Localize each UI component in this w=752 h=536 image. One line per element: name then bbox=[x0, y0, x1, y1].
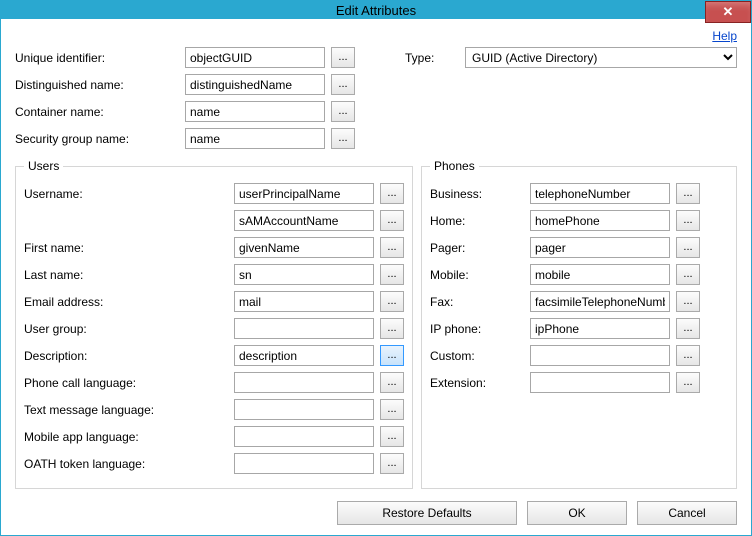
business-input[interactable] bbox=[530, 183, 670, 204]
security-group-name-browse-button[interactable]: ... bbox=[331, 128, 355, 149]
fax-input[interactable] bbox=[530, 291, 670, 312]
top-fields: Unique identifier: ... Type: GUID (Activ… bbox=[15, 47, 737, 149]
custom-input[interactable] bbox=[530, 345, 670, 366]
username-browse-button[interactable]: ... bbox=[380, 183, 404, 204]
text-msg-lang-browse-button[interactable]: ... bbox=[380, 399, 404, 420]
unique-identifier-label: Unique identifier: bbox=[15, 51, 185, 65]
username2-browse-button[interactable]: ... bbox=[380, 210, 404, 231]
container-name-label: Container name: bbox=[15, 105, 185, 119]
phones-group: Phones Business: ... Home: ... Pager: ..… bbox=[421, 159, 737, 489]
description-input[interactable] bbox=[234, 345, 374, 366]
business-label: Business: bbox=[430, 187, 530, 201]
custom-browse-button[interactable]: ... bbox=[676, 345, 700, 366]
email-browse-button[interactable]: ... bbox=[380, 291, 404, 312]
username2-input[interactable] bbox=[234, 210, 374, 231]
pager-input[interactable] bbox=[530, 237, 670, 258]
mobile-browse-button[interactable]: ... bbox=[676, 264, 700, 285]
ip-phone-label: IP phone: bbox=[430, 322, 530, 336]
mobile-input[interactable] bbox=[530, 264, 670, 285]
dialog-buttons: Restore Defaults OK Cancel bbox=[15, 489, 737, 525]
last-name-label: Last name: bbox=[24, 268, 234, 282]
description-label: Description: bbox=[24, 349, 234, 363]
text-msg-lang-input[interactable] bbox=[234, 399, 374, 420]
oath-token-lang-browse-button[interactable]: ... bbox=[380, 453, 404, 474]
container-name-input[interactable] bbox=[185, 101, 325, 122]
home-input[interactable] bbox=[530, 210, 670, 231]
ok-button[interactable]: OK bbox=[527, 501, 627, 525]
first-name-browse-button[interactable]: ... bbox=[380, 237, 404, 258]
custom-label: Custom: bbox=[430, 349, 530, 363]
pager-label: Pager: bbox=[430, 241, 530, 255]
users-group: Users Username: ... ... First name: ... bbox=[15, 159, 413, 489]
first-name-input[interactable] bbox=[234, 237, 374, 258]
oath-token-lang-label: OATH token language: bbox=[24, 457, 234, 471]
phone-call-lang-browse-button[interactable]: ... bbox=[380, 372, 404, 393]
user-group-input[interactable] bbox=[234, 318, 374, 339]
extension-browse-button[interactable]: ... bbox=[676, 372, 700, 393]
distinguished-name-label: Distinguished name: bbox=[15, 78, 185, 92]
unique-identifier-browse-button[interactable]: ... bbox=[331, 47, 355, 68]
mobile-app-lang-label: Mobile app language: bbox=[24, 430, 234, 444]
text-msg-lang-label: Text message language: bbox=[24, 403, 234, 417]
home-label: Home: bbox=[430, 214, 530, 228]
titlebar: Edit Attributes ✕ bbox=[1, 1, 751, 19]
ip-phone-input[interactable] bbox=[530, 318, 670, 339]
users-legend: Users bbox=[24, 159, 63, 173]
mobile-app-lang-input[interactable] bbox=[234, 426, 374, 447]
phone-call-lang-label: Phone call language: bbox=[24, 376, 234, 390]
mobile-label: Mobile: bbox=[430, 268, 530, 282]
phones-legend: Phones bbox=[430, 159, 479, 173]
ip-phone-browse-button[interactable]: ... bbox=[676, 318, 700, 339]
content-area: Help Unique identifier: ... Type: GUID (… bbox=[1, 19, 751, 535]
container-name-browse-button[interactable]: ... bbox=[331, 101, 355, 122]
extension-label: Extension: bbox=[430, 376, 530, 390]
security-group-name-input[interactable] bbox=[185, 128, 325, 149]
distinguished-name-input[interactable] bbox=[185, 74, 325, 95]
pager-browse-button[interactable]: ... bbox=[676, 237, 700, 258]
cancel-button[interactable]: Cancel bbox=[637, 501, 737, 525]
home-browse-button[interactable]: ... bbox=[676, 210, 700, 231]
edit-attributes-dialog: Edit Attributes ✕ Help Unique identifier… bbox=[0, 0, 752, 536]
extension-input[interactable] bbox=[530, 372, 670, 393]
oath-token-lang-input[interactable] bbox=[234, 453, 374, 474]
email-input[interactable] bbox=[234, 291, 374, 312]
description-browse-button[interactable]: ... bbox=[380, 345, 404, 366]
phone-call-lang-input[interactable] bbox=[234, 372, 374, 393]
user-group-label: User group: bbox=[24, 322, 234, 336]
fax-label: Fax: bbox=[430, 295, 530, 309]
username-input[interactable] bbox=[234, 183, 374, 204]
last-name-input[interactable] bbox=[234, 264, 374, 285]
close-button[interactable]: ✕ bbox=[705, 1, 751, 23]
help-link[interactable]: Help bbox=[712, 29, 737, 43]
business-browse-button[interactable]: ... bbox=[676, 183, 700, 204]
type-label: Type: bbox=[405, 51, 465, 65]
username-label: Username: bbox=[24, 187, 234, 201]
first-name-label: First name: bbox=[24, 241, 234, 255]
email-label: Email address: bbox=[24, 295, 234, 309]
fax-browse-button[interactable]: ... bbox=[676, 291, 700, 312]
security-group-name-label: Security group name: bbox=[15, 132, 185, 146]
unique-identifier-input[interactable] bbox=[185, 47, 325, 68]
mobile-app-lang-browse-button[interactable]: ... bbox=[380, 426, 404, 447]
user-group-browse-button[interactable]: ... bbox=[380, 318, 404, 339]
window-title: Edit Attributes bbox=[1, 3, 751, 18]
restore-defaults-button[interactable]: Restore Defaults bbox=[337, 501, 517, 525]
type-select[interactable]: GUID (Active Directory) bbox=[465, 47, 737, 68]
last-name-browse-button[interactable]: ... bbox=[380, 264, 404, 285]
distinguished-name-browse-button[interactable]: ... bbox=[331, 74, 355, 95]
